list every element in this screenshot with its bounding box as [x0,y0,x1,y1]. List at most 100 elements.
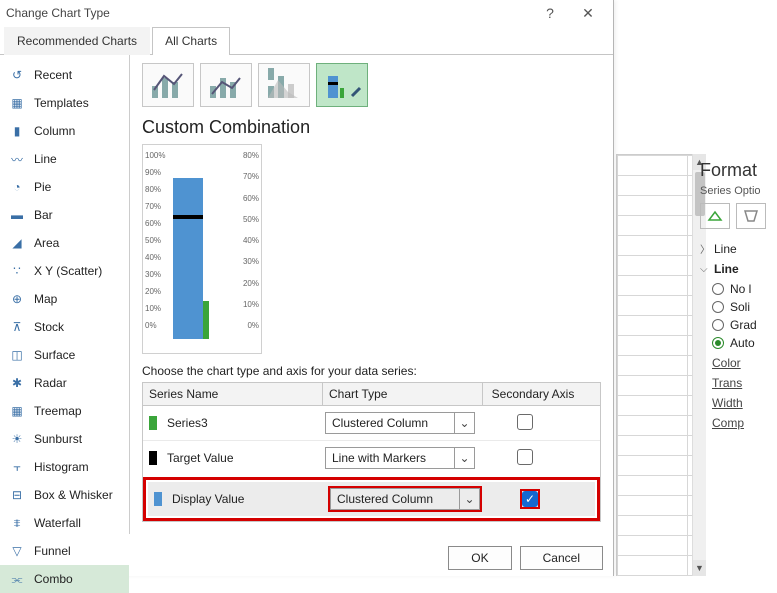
radio-automatic[interactable]: Auto [712,336,777,350]
series-swatch [149,416,157,430]
close-button[interactable]: ✕ [569,5,607,22]
combo-subtype-3[interactable]: <"> [258,63,310,107]
dialog-tabs: Recommended Charts All Charts [0,26,613,55]
secondary-tick: 40% [243,236,259,245]
worksheet-grid[interactable] [616,154,696,576]
type-x-y-scatter-[interactable]: ∵X Y (Scatter) [0,257,129,285]
scroll-down-button[interactable]: ▼ [693,560,706,576]
type-column[interactable]: ▮Column [0,117,129,145]
type-bar[interactable]: ▬Bar [0,201,129,229]
secondary-tick: 20% [243,279,259,288]
cancel-button[interactable]: Cancel [520,546,603,570]
type-templates[interactable]: ▦Templates [0,89,129,117]
type-waterfall[interactable]: ⩨Waterfall [0,509,129,537]
chart-type-list: ↺Recent▦Templates▮Column〰Line◔Pie▬Bar◢Ar… [0,55,130,534]
combo-panel: <"> Custom Combination 0% 10% 20% 30% 40% 50%… [130,55,613,534]
type-line[interactable]: 〰Line [0,145,129,173]
secondary-axis-checkbox[interactable]: ✓ [522,491,538,507]
type-surface[interactable]: ◫Surface [0,341,129,369]
type-icon: ∵ [8,262,26,280]
type-icon: ◫ [8,346,26,364]
type-icon: ◔ [8,178,26,196]
type-treemap[interactable]: ▦Treemap [0,397,129,425]
type-funnel[interactable]: ▽Funnel [0,537,129,565]
dialog-title: Change Chart Type [6,6,531,20]
primary-tick: 0% [145,321,157,330]
primary-tick: 20% [145,287,161,296]
preview-line-target [173,215,203,219]
primary-tick: 60% [145,219,161,228]
type-icon: ⊼ [8,318,26,336]
type-icon: ⩨ [8,514,26,532]
primary-tick: 40% [145,253,161,262]
series-row: Target ValueLine with Markers⌄ [143,440,600,475]
link-color[interactable]: Color [712,356,777,370]
link-width[interactable]: Width [712,396,777,410]
type-stock[interactable]: ⊼Stock [0,313,129,341]
chart-type-dropdown[interactable]: Line with Markers⌄ [325,447,475,469]
preview-bar-display [173,178,203,340]
primary-tick: 50% [145,236,161,245]
link-transparency[interactable]: Trans [712,376,777,390]
highlight-display-value-row: Display ValueClustered Column⌄ ✓ [143,477,600,521]
combo-subtype-1[interactable] [142,63,194,107]
chart-type-dropdown[interactable]: Clustered Column⌄ [325,412,475,434]
effects-icon[interactable] [736,203,766,229]
type-icon: ✱ [8,374,26,392]
chart-preview: 0%10%20%30%40%50%60%70%80%90%100%0%10%20… [142,144,262,354]
tab-recommended[interactable]: Recommended Charts [4,27,150,55]
type-histogram[interactable]: ⫟Histogram [0,453,129,481]
format-pane-subtitle[interactable]: Series Optio [700,185,777,197]
type-icon: ☀ [8,430,26,448]
type-icon: ⫟ [8,458,26,476]
tab-all-charts[interactable]: All Charts [152,27,230,55]
fill-line-icon[interactable] [700,203,730,229]
dialog-titlebar: Change Chart Type ? ✕ [0,0,613,26]
section-line-collapsed[interactable]: Line [700,241,777,256]
section-line-expanded[interactable]: Line [700,262,777,276]
series-swatch [149,451,157,465]
preview-bar-series3 [203,301,209,339]
radio-no-line[interactable]: No l [712,282,777,296]
type-icon: ⫘ [8,570,26,588]
radio-solid-line[interactable]: Soli [712,300,777,314]
secondary-tick: 70% [243,172,259,181]
type-map[interactable]: ⊕Map [0,285,129,313]
series-row: Series3Clustered Column⌄ [143,406,600,440]
combo-subtype-2[interactable] [200,63,252,107]
type-icon: ⊟ [8,486,26,504]
primary-tick: 90% [145,168,161,177]
type-combo[interactable]: ⫘Combo [0,565,129,593]
primary-tick: 10% [145,304,161,313]
primary-tick: 80% [145,185,161,194]
primary-tick: 70% [145,202,161,211]
ok-button[interactable]: OK [448,546,511,570]
combo-subtype-custom[interactable] [316,63,368,107]
secondary-axis-checkbox[interactable] [517,414,533,430]
section-title: Custom Combination [142,117,601,138]
secondary-axis-checkbox[interactable] [517,449,533,465]
type-sunburst[interactable]: ☀Sunburst [0,425,129,453]
type-icon: ↺ [8,66,26,84]
series-name-label: Display Value [172,492,330,506]
type-icon: ▦ [8,402,26,420]
type-area[interactable]: ◢Area [0,229,129,257]
series-table: Series Name Chart Type Secondary Axis Se… [142,382,601,522]
secondary-tick: 60% [243,194,259,203]
chevron-down-icon: ⌄ [459,489,479,509]
secondary-tick: 50% [243,215,259,224]
chart-type-dropdown[interactable]: Clustered Column⌄ [330,488,480,510]
link-compound[interactable]: Comp [712,416,777,430]
secondary-tick: 30% [243,257,259,266]
type-pie[interactable]: ◔Pie [0,173,129,201]
type-icon: ▦ [8,94,26,112]
type-icon: ▽ [8,542,26,560]
type-icon: ⊕ [8,290,26,308]
type-box-whisker[interactable]: ⊟Box & Whisker [0,481,129,509]
header-series-name: Series Name [143,383,323,405]
help-button[interactable]: ? [531,5,569,21]
radio-gradient-line[interactable]: Grad [712,318,777,332]
choose-label: Choose the chart type and axis for your … [142,364,601,378]
type-recent[interactable]: ↺Recent [0,61,129,89]
type-radar[interactable]: ✱Radar [0,369,129,397]
